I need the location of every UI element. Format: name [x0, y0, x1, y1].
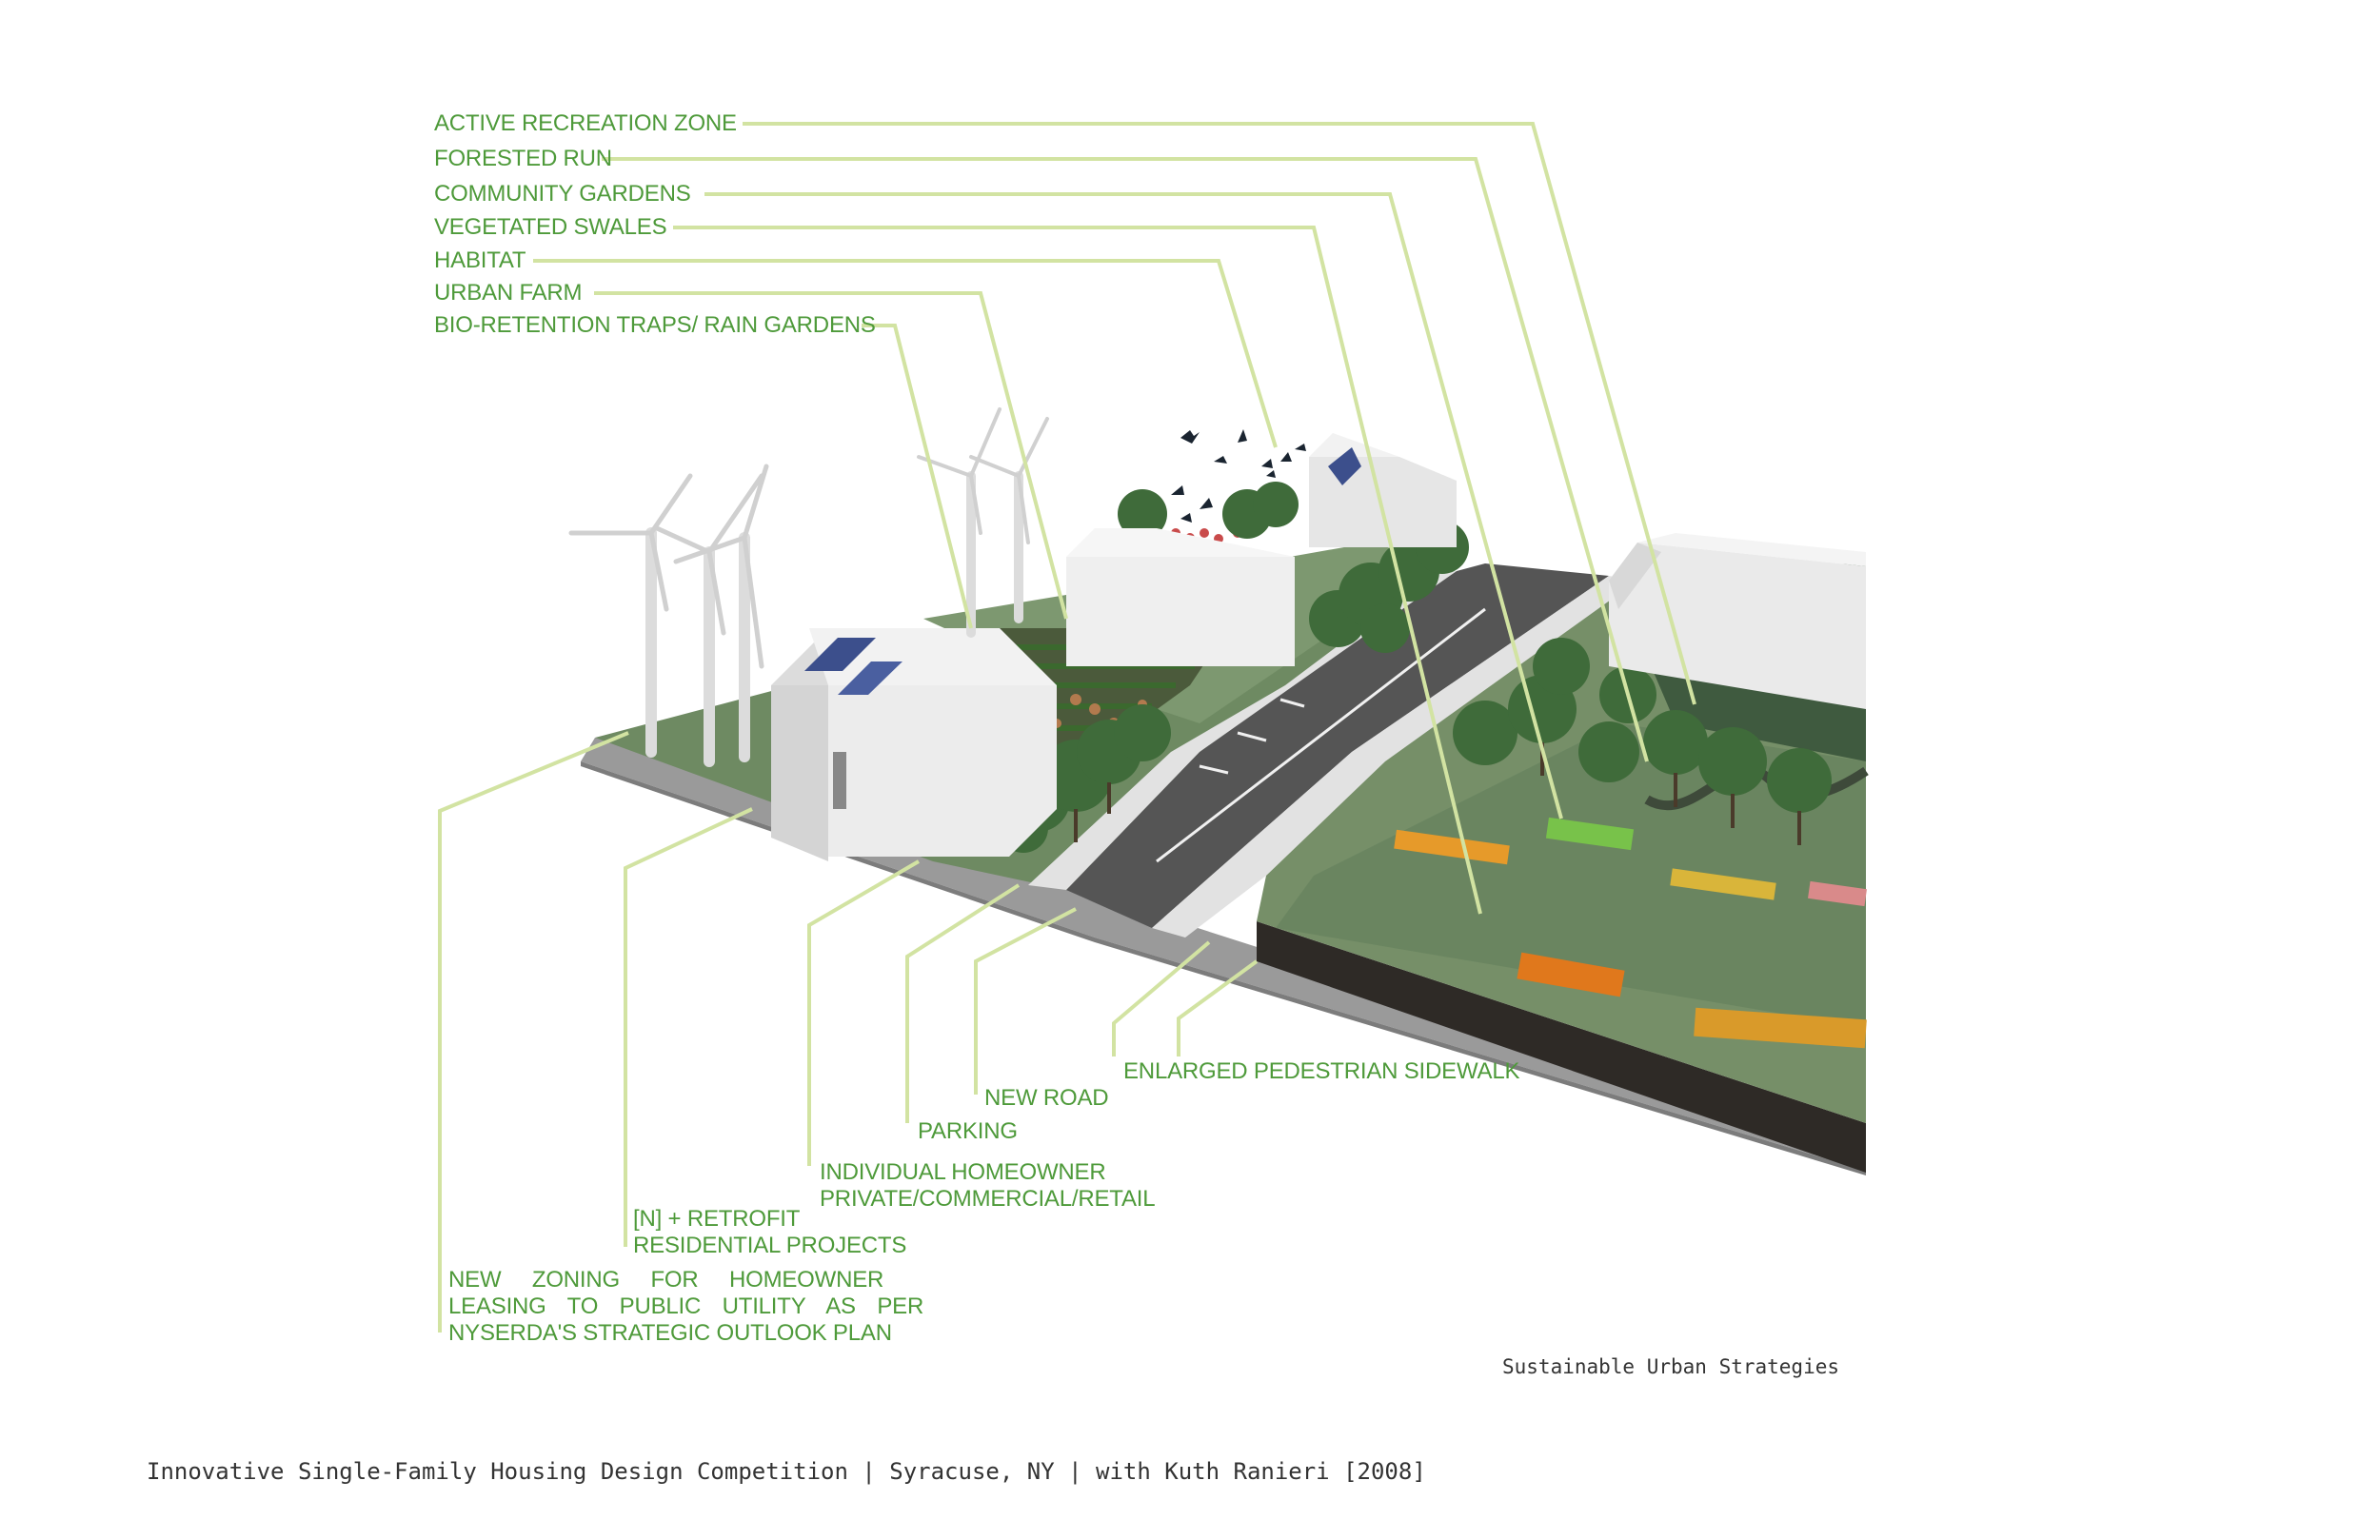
house-front	[771, 628, 1057, 861]
label-n-retrofit: [N] + RETROFIT	[633, 1206, 801, 1232]
label-parking: PARKING	[918, 1118, 1018, 1144]
house-back	[1309, 433, 1457, 547]
label-habitat: HABITAT	[434, 247, 526, 273]
label-nyserda-plan: NYSERDA'S STRATEGIC OUTLOOK PLAN	[448, 1320, 892, 1346]
caption-sustainable-urban-strategies: Sustainable Urban Strategies	[1502, 1355, 1840, 1378]
caption-competition-credit: Innovative Single-Family Housing Design …	[147, 1458, 1426, 1485]
label-active-recreation-zone: ACTIVE RECREATION ZONE	[434, 110, 737, 136]
house-middle	[1066, 528, 1295, 666]
label-residential-projects: RESIDENTIAL PROJECTS	[633, 1233, 907, 1258]
label-private-commercial-retail: PRIVATE/COMMERCIAL/RETAIL	[820, 1186, 1156, 1212]
label-bio-retention: BIO-RETENTION TRAPS/ RAIN GARDENS	[434, 312, 876, 338]
label-leasing-public-utility: LEASING TO PUBLIC UTILITY AS PER	[448, 1293, 924, 1319]
site-illustration	[438, 122, 1869, 1333]
label-urban-farm: URBAN FARM	[434, 280, 583, 306]
diagram-stage: ACTIVE RECREATION ZONE FORESTED RUN COMM…	[0, 0, 2380, 1540]
label-new-road: NEW ROAD	[984, 1085, 1109, 1111]
label-community-gardens: COMMUNITY GARDENS	[434, 181, 691, 207]
label-enlarged-pedestrian-sidewalk: ENLARGED PEDESTRIAN SIDEWALK	[1123, 1058, 1520, 1084]
label-individual-homeowner: INDIVIDUAL HOMEOWNER	[820, 1159, 1106, 1185]
label-forested-run: FORESTED RUN	[434, 146, 612, 171]
label-new-zoning: NEW ZONING FOR HOMEOWNER	[448, 1267, 884, 1293]
label-vegetated-swales: VEGETATED SWALES	[434, 214, 667, 240]
